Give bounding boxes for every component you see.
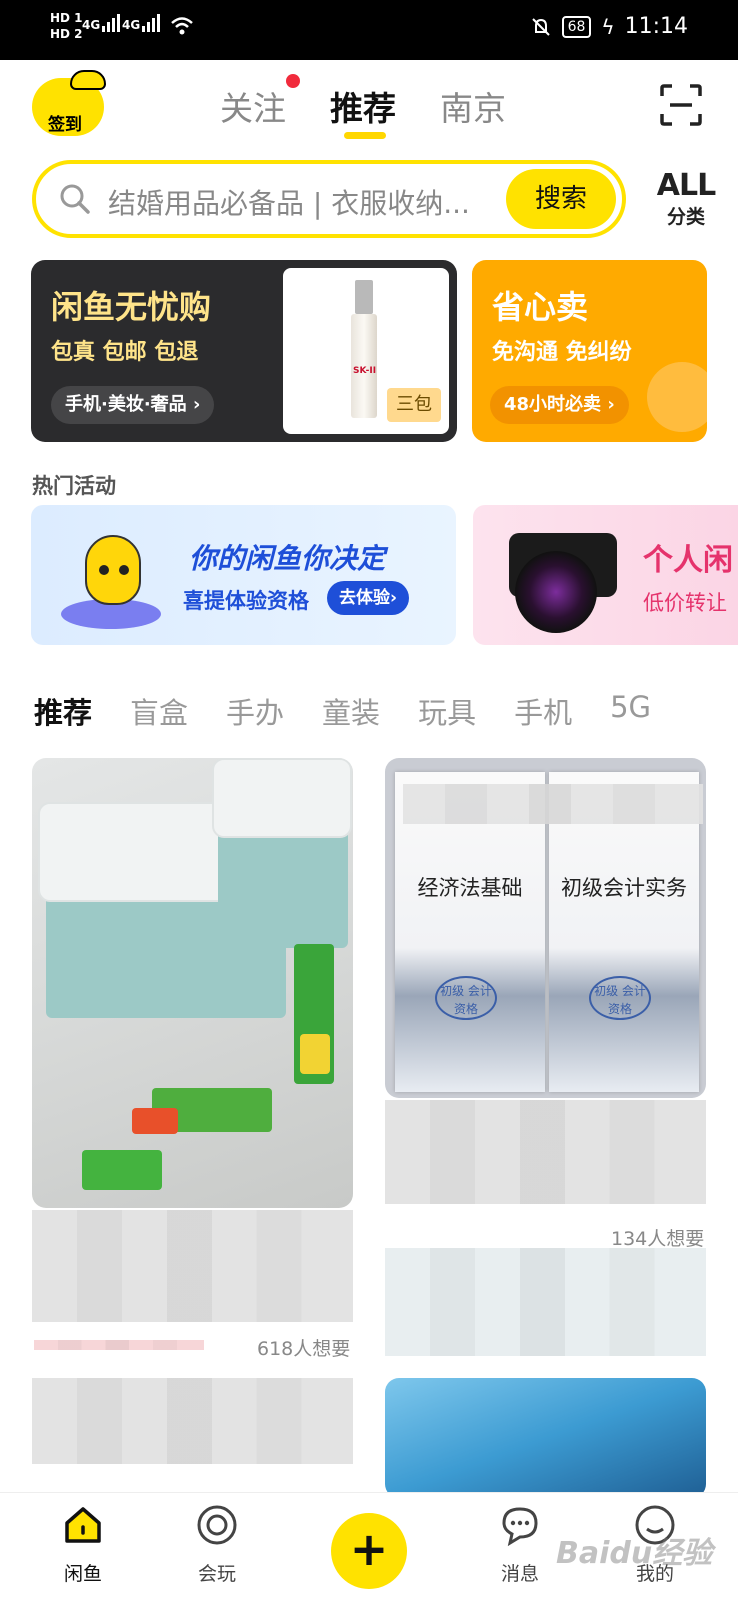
category-tab[interactable]: 玩具: [418, 690, 476, 732]
search-bar[interactable]: 结婚用品必备品 | 衣服收纳... 搜索: [32, 160, 626, 238]
worry-free-buy-banner[interactable]: 闲鱼无忧购 包真 包邮 包退 手机·美妆·奢品 › SK-II 三包: [31, 260, 457, 442]
sim-indicator: HD 1 HD 2: [50, 11, 83, 41]
search-button[interactable]: 搜索: [506, 169, 616, 229]
checkin-button[interactable]: 签到: [32, 70, 110, 136]
blurred-title: [385, 1100, 706, 1204]
want-count: 134人想要: [611, 1228, 705, 1250]
chat-bubble-icon: [502, 1507, 538, 1547]
search-input[interactable]: 结婚用品必备品 | 衣服收纳...: [108, 182, 528, 222]
hot-activities-title: 热门活动: [32, 474, 116, 498]
nav-play[interactable]: 会玩: [172, 1503, 262, 1586]
watermark: Baidu经验: [556, 1536, 713, 1571]
camera-image: [501, 519, 625, 637]
all-categories-button[interactable]: ALL 分类: [656, 170, 716, 229]
activity-subtitle: 低价转让: [643, 591, 727, 615]
active-tab-indicator: [344, 132, 386, 139]
category-tab[interactable]: 手办: [226, 690, 284, 732]
scan-icon[interactable]: [660, 84, 702, 126]
banner-pill[interactable]: 手机·美妆·奢品 ›: [51, 386, 215, 424]
battery-indicator: 68: [561, 15, 592, 38]
signal-icon: 4G: [82, 14, 121, 32]
skincare-bottle-image: SK-II: [351, 280, 377, 418]
mascot-image: [51, 525, 171, 635]
product-image-sky[interactable]: [385, 1378, 706, 1498]
try-button[interactable]: 去体验›: [327, 581, 410, 615]
banner-title: 省心卖: [492, 288, 589, 326]
product-image: SK-II 三包: [283, 268, 449, 434]
tab-recommend[interactable]: 推荐: [330, 82, 396, 139]
search-icon: [60, 184, 90, 214]
banner-subtitle: 免沟通 免纠纷: [492, 340, 632, 365]
charging-icon: ϟ: [601, 14, 615, 39]
banner-title: 闲鱼无忧购: [51, 288, 212, 326]
category-tab[interactable]: 盲盒: [130, 690, 188, 732]
activity-subtitle: 喜提体验资格: [183, 589, 309, 613]
category-tabs: 推荐 盲盒 手办 童装 玩具 手机 5G: [34, 690, 651, 732]
home-icon: [65, 1507, 101, 1543]
blurred-price: [34, 1340, 204, 1350]
banner-subtitle: 包真 包邮 包退: [51, 340, 199, 365]
easy-sell-banner[interactable]: 省心卖 免沟通 免纠纷 48小时必卖 ›: [472, 260, 707, 442]
product-image-books[interactable]: 经济法基础 初级 会计资格 初级会计实务 初级 会计资格: [385, 758, 706, 1098]
blurred-title: [32, 1210, 353, 1322]
mute-bell-icon: [531, 17, 550, 36]
notification-dot: [286, 74, 300, 88]
banner-pill[interactable]: 48小时必卖 ›: [490, 386, 629, 424]
tab-nanjing[interactable]: 南京: [440, 82, 506, 130]
heart-decoration: [647, 362, 707, 432]
signal-icon: 4G: [122, 14, 161, 32]
activity-title: 你的闲鱼你决定: [189, 542, 386, 575]
blurred-seller: [385, 1248, 706, 1356]
top-tabs: 关注 推荐 南京: [220, 74, 506, 139]
tab-follow[interactable]: 关注: [220, 74, 300, 130]
mascot-icon: [70, 70, 106, 90]
product-tag: 三包: [387, 388, 441, 422]
activity-title: 个人闲: [643, 543, 733, 578]
category-tab[interactable]: 5G: [610, 690, 651, 732]
category-tab[interactable]: 手机: [514, 690, 572, 732]
circle-target-icon: [197, 1505, 237, 1545]
category-tab[interactable]: 推荐: [34, 690, 92, 732]
nav-messages[interactable]: 消息: [475, 1503, 565, 1586]
publish-button[interactable]: +: [331, 1513, 407, 1589]
blurred-region: [403, 784, 703, 824]
status-bar: HD 1 HD 2 4G 4G 68 ϟ 11:14: [0, 0, 738, 60]
activity-card[interactable]: 你的闲鱼你决定 喜提体验资格 去体验›: [31, 505, 456, 645]
clock: 11:14: [624, 14, 688, 39]
category-tab[interactable]: 童装: [322, 690, 380, 732]
nav-home[interactable]: 闲鱼: [38, 1503, 128, 1586]
want-count: 618人想要: [257, 1338, 351, 1360]
blurred-seller: [32, 1378, 353, 1464]
product-image-storage-boxes[interactable]: [32, 758, 353, 1208]
wifi-icon: [171, 17, 193, 35]
activity-card[interactable]: 个人闲 低价转让: [473, 505, 738, 645]
